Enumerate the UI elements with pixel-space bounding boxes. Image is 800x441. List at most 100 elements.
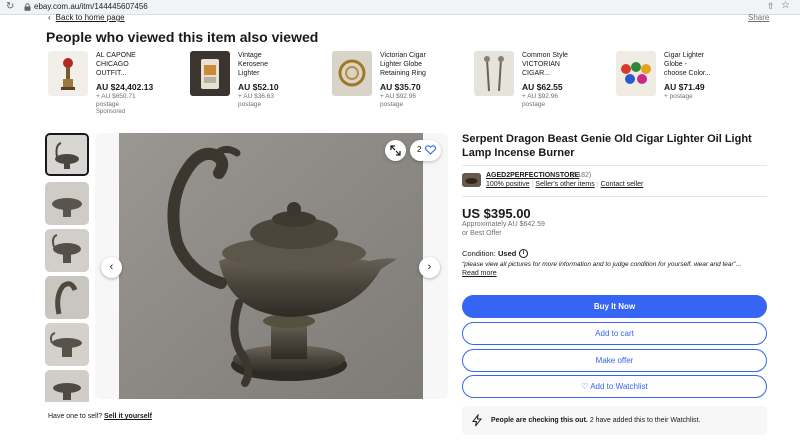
rec-item-shipping: + AU $92.96 (522, 93, 558, 100)
recommendations-title: People who viewed this item also viewed (46, 29, 319, 45)
chevron-right-icon: › (427, 261, 432, 273)
gallery-thumbnail[interactable] (45, 323, 89, 366)
seller-avatar[interactable] (462, 173, 481, 187)
gallery-thumbnail[interactable] (45, 276, 89, 319)
gallery-thumbnail[interactable] (45, 133, 89, 176)
seller-other-items-link[interactable]: Seller's other items (535, 181, 594, 188)
rec-item-price: AU $35.70 (380, 82, 421, 92)
rec-item-name[interactable]: Globe - (664, 60, 750, 69)
chevron-left-icon: ‹ (109, 261, 114, 273)
expand-image-button[interactable] (385, 140, 406, 161)
sell-prompt-text: Have one to sell? (48, 413, 103, 420)
bookmark-star-icon[interactable]: ☆ (781, 0, 790, 11)
activity-message-bold: People are checking this out. (491, 417, 588, 424)
heart-icon (425, 145, 436, 155)
chevron-left-icon: ‹ (48, 13, 51, 22)
rec-item-shipping: postage (238, 101, 262, 108)
rec-item-shipping: postage (96, 101, 120, 108)
condition-description: “please view all pictures for more infor… (462, 261, 742, 268)
rec-item[interactable]: Victorian Cigar Lighter Globe Retaining … (332, 51, 462, 121)
rec-item-image[interactable] (616, 51, 656, 96)
sell-prompt: Have one to sell? Sell it yourself (48, 413, 152, 420)
rec-item-image[interactable] (190, 51, 230, 96)
reload-icon[interactable]: ↻ (6, 1, 14, 12)
heart-icon: ♡ (581, 382, 589, 391)
buy-it-now-button[interactable]: Buy It Now (462, 295, 767, 318)
rec-item-name[interactable]: Common Style (522, 51, 608, 60)
rec-item-image[interactable] (332, 51, 372, 96)
best-offer-label: or Best Offer (462, 230, 502, 237)
rec-item-price: AU $52.10 (238, 82, 279, 92)
activity-banner: People are checking this out. 2 have add… (462, 406, 767, 435)
rec-item-name[interactable]: VICTORIAN (522, 60, 608, 69)
divider (462, 196, 767, 197)
divider (462, 165, 767, 166)
rec-item-name[interactable]: Cigar Lighter (664, 51, 750, 60)
watch-count-button[interactable]: 2 (410, 140, 441, 161)
rec-item-name[interactable]: Kerosene (238, 60, 324, 69)
rec-item-name[interactable]: Retaining Ring (380, 69, 466, 78)
seller-links: 100% positive | Seller's other items | Conta… (486, 181, 643, 188)
main-image-viewer[interactable] (95, 133, 448, 399)
separator: | (531, 181, 534, 188)
item-title: Serpent Dragon Beast Genie Old Cigar Lig… (462, 133, 752, 159)
gallery-thumbnail[interactable] (45, 370, 89, 402)
gallery-thumbnail[interactable] (45, 229, 89, 272)
thumbnail-strip (45, 132, 91, 402)
lock-icon (24, 3, 31, 11)
activity-message-rest: 2 have added this to their Watchlist. (589, 417, 701, 424)
activity-message: People are checking this out. 2 have add… (491, 417, 700, 424)
address-bar[interactable]: ebay.com.au/itm/144445607456 (34, 2, 148, 11)
rec-item[interactable]: AL CAPONE CHICAGO OUTFIT... AU $24,402.1… (48, 51, 178, 121)
approx-price: Approximately AU $642.59 (462, 221, 545, 228)
back-to-home-label: Back to home page (55, 13, 125, 22)
separator: | (596, 181, 599, 188)
add-to-cart-button[interactable]: Add to cart (462, 322, 767, 345)
rec-item-name[interactable]: Vintage (238, 51, 324, 60)
rec-item-name[interactable]: Victorian Cigar (380, 51, 466, 60)
rec-item-name[interactable]: CIGAR... (522, 69, 608, 78)
rec-item-shipping: postage (380, 101, 404, 108)
rec-item-shipping: + AU $92.96 (380, 93, 416, 100)
rec-item[interactable]: Vintage Kerosene Lighter AU $52.10 + AU … (190, 51, 320, 121)
rec-item-shipping: + AU $36.63 (238, 93, 274, 100)
share-link[interactable]: Share (748, 13, 769, 22)
sponsored-label: Sponsored (96, 109, 126, 115)
prev-image-button[interactable]: ‹ (101, 257, 122, 278)
watch-count: 2 (417, 145, 422, 154)
seller-feedback-count[interactable]: (5182) (571, 172, 591, 179)
seller-positive-link[interactable]: 100% positive (486, 181, 530, 188)
contact-seller-link[interactable]: Contact seller (601, 181, 644, 188)
rec-item[interactable]: Cigar Lighter Globe - choose Color... AU… (616, 51, 746, 121)
rec-item-price: AU $62.55 (522, 82, 563, 92)
rec-item-name[interactable]: OUTFIT... (96, 69, 182, 78)
condition-value: Used (498, 249, 517, 258)
info-icon[interactable]: i (519, 249, 528, 258)
back-to-home-link[interactable]: ‹ Back to home page (48, 13, 125, 22)
condition-label: Condition: (462, 249, 496, 258)
product-photo[interactable] (119, 133, 423, 399)
rec-item-image[interactable] (474, 51, 514, 96)
gallery-thumbnail[interactable] (45, 182, 89, 225)
rec-item-name[interactable]: choose Color... (664, 69, 750, 78)
add-to-watchlist-button[interactable]: ♡ Add to Watchlist (462, 375, 767, 398)
rec-item-name[interactable]: AL CAPONE (96, 51, 182, 60)
rec-item-shipping: + AU $650.71 (96, 93, 136, 100)
lightning-icon (471, 414, 483, 427)
rec-item-name[interactable]: Lighter (238, 69, 324, 78)
sell-it-yourself-link[interactable]: Sell it yourself (104, 413, 152, 420)
add-to-watchlist-label: Add to Watchlist (590, 382, 648, 391)
seller-name-link[interactable]: AGED2PERFECTIONSTORE (486, 172, 579, 179)
next-image-button[interactable]: › (419, 257, 440, 278)
rec-item-name[interactable]: CHICAGO (96, 60, 182, 69)
make-offer-button[interactable]: Make offer (462, 349, 767, 372)
rec-item-image[interactable] (48, 51, 88, 96)
read-more-link[interactable]: Read more (462, 270, 497, 277)
expand-icon (390, 145, 401, 156)
rec-item-shipping: postage (522, 101, 546, 108)
rec-item-name[interactable]: Lighter Globe (380, 60, 466, 69)
share-page-icon[interactable]: ⇧ (767, 1, 775, 12)
rec-item-price: AU $24,402.13 (96, 82, 154, 92)
item-price: US $395.00 (462, 206, 531, 221)
rec-item[interactable]: Common Style VICTORIAN CIGAR... AU $62.5… (474, 51, 604, 121)
